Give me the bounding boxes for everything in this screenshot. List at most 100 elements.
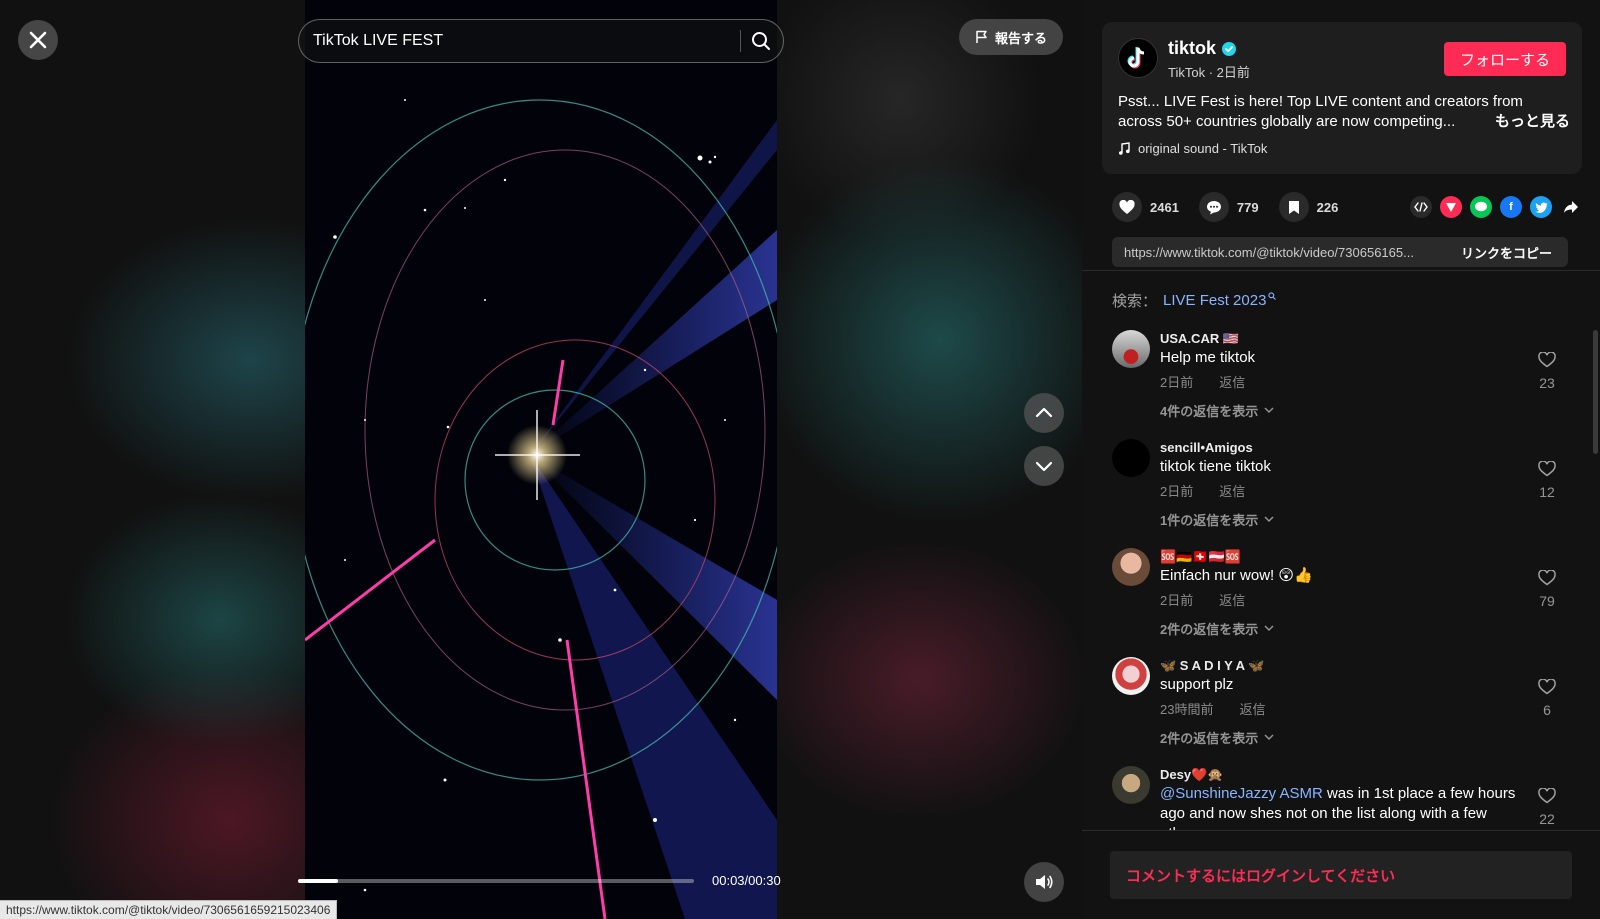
twitter-icon[interactable] (1530, 196, 1552, 218)
comment-icon (1198, 192, 1229, 222)
author-name[interactable]: tiktok (1168, 38, 1237, 59)
comment-like-count: 79 (1539, 593, 1555, 609)
search-icon (1268, 291, 1277, 300)
chevron-up-icon (1035, 407, 1053, 418)
commenter-name[interactable]: USA.CAR 🇺🇸 (1160, 330, 1530, 348)
chevron-down-icon (1264, 407, 1274, 414)
video-link-text[interactable]: https://www.tiktok.com/@tiktok/video/730… (1124, 245, 1445, 260)
report-button[interactable]: 報告する (959, 19, 1063, 55)
flag-icon (976, 30, 987, 43)
comment-like-button[interactable]: 12 (1532, 460, 1562, 500)
comment-like-button[interactable]: 22 (1532, 787, 1562, 827)
view-replies-label: 2件の返信を表示 (1160, 622, 1259, 637)
facebook-icon[interactable]: f (1500, 196, 1522, 218)
login-to-comment-button[interactable]: コメントするにはログインしてください (1110, 851, 1572, 899)
video-area: 報告する 00:03/00:30 https://www.tiktok.com/… (0, 0, 1082, 919)
volume-button[interactable] (1024, 862, 1064, 902)
comment-text: support plz (1160, 676, 1234, 693)
author-name-text: tiktok (1168, 38, 1217, 58)
commenter-name[interactable]: 🦋 S A D I Y A 🦋 (1160, 657, 1530, 675)
view-replies-button[interactable]: 2件の返信を表示 (1160, 619, 1530, 638)
commenter-avatar[interactable] (1112, 657, 1150, 695)
close-icon (29, 31, 47, 49)
view-replies-label: 1件の返信を表示 (1160, 513, 1259, 528)
bookmark-icon (1278, 192, 1309, 222)
search-suggestion-term[interactable]: LIVE Fest 2023 (1163, 292, 1266, 309)
line-icon[interactable] (1470, 196, 1492, 218)
commenter-name[interactable]: sencill•Amigos (1160, 439, 1530, 457)
copy-link-button[interactable]: リンクをコピー (1445, 243, 1568, 262)
search-icon[interactable] (751, 31, 771, 51)
comment-time: 23時間前 (1160, 702, 1214, 717)
save-button[interactable]: 226 (1278, 192, 1339, 222)
comment-button[interactable]: 779 (1198, 192, 1259, 222)
comment-like-count: 23 (1539, 375, 1555, 391)
commenter-avatar[interactable] (1112, 439, 1150, 477)
previous-video-button[interactable] (1024, 393, 1064, 433)
status-url-tooltip: https://www.tiktok.com/@tiktok/video/730… (0, 900, 338, 919)
view-replies-button[interactable]: 4件の返信を表示 (1160, 401, 1530, 420)
search-suggestion-label: 検索： (1112, 293, 1158, 310)
video-progress-fill (298, 879, 338, 883)
comment-like-button[interactable]: 23 (1532, 351, 1562, 391)
sound-link[interactable]: original sound - TikTok (1118, 141, 1267, 156)
heart-outline-icon (1538, 787, 1556, 804)
comment-list: USA.CAR 🇺🇸 Help me tiktok 2日前 返信 4件の返信を表示… (1082, 320, 1600, 830)
see-more-link[interactable]: もっと見る (1495, 112, 1570, 132)
next-video-button[interactable] (1024, 446, 1064, 486)
author-meta: TikTok · 2日前 (1168, 65, 1250, 80)
comment-time: 2日前 (1160, 484, 1194, 499)
reply-button[interactable]: 返信 (1239, 699, 1265, 718)
chevron-down-icon (1264, 516, 1274, 523)
like-button[interactable]: 2461 (1112, 192, 1179, 222)
comment-text: Help me tiktok (1160, 349, 1256, 366)
search-input[interactable] (313, 32, 730, 50)
commenter-avatar[interactable] (1112, 330, 1150, 368)
search-suggestion: 検索： LIVE Fest 2023 (1112, 290, 1277, 311)
action-bar: 2461 779 226 f (1112, 192, 1582, 222)
description-text: Psst... LIVE Fest is here! Top LIVE cont… (1118, 93, 1523, 130)
reply-button[interactable]: 返信 (1219, 590, 1245, 609)
comment-text: tiktok tiene tiktok (1160, 458, 1271, 475)
reply-button[interactable]: 返信 (1219, 372, 1245, 391)
tiktok-logo-icon (1127, 47, 1145, 69)
chevron-down-icon (1035, 461, 1053, 472)
heart-icon (1112, 192, 1142, 222)
share-arrow-icon[interactable] (1560, 196, 1582, 218)
comment-login-area: コメントするにはログインしてください (1082, 830, 1600, 919)
commenter-name[interactable]: 🆘🇩🇪🇨🇭🇦🇹🆘 (1160, 548, 1530, 566)
comment-like-count: 6 (1543, 702, 1551, 718)
video-frame-art (305, 99, 777, 919)
close-button[interactable] (18, 20, 58, 60)
view-replies-button[interactable]: 1件の返信を表示 (1160, 510, 1530, 529)
tiktok-share-icon[interactable] (1440, 196, 1462, 218)
follow-button[interactable]: フォローする (1444, 42, 1566, 76)
video-time: 00:03/00:30 (712, 873, 781, 888)
embed-icon[interactable] (1410, 196, 1432, 218)
save-count: 226 (1316, 199, 1339, 215)
video-description: Psst... LIVE Fest is here! Top LIVE cont… (1118, 92, 1570, 132)
sound-name: original sound - TikTok (1138, 141, 1268, 156)
heart-outline-icon (1538, 678, 1556, 695)
share-icons: f (1410, 196, 1582, 218)
video-link-box: https://www.tiktok.com/@tiktok/video/730… (1112, 237, 1568, 267)
comment-like-button[interactable]: 79 (1532, 569, 1562, 609)
verified-badge-icon (1222, 41, 1237, 56)
search-bar[interactable] (298, 19, 784, 63)
commenter-avatar[interactable] (1112, 548, 1150, 586)
panel-divider (1082, 270, 1600, 271)
author-avatar[interactable] (1118, 38, 1158, 78)
chevron-down-icon (1264, 625, 1274, 632)
video-player[interactable] (305, 0, 777, 919)
reply-button[interactable]: 返信 (1219, 481, 1245, 500)
view-replies-button[interactable]: 2件の返信を表示 (1160, 728, 1530, 747)
comment-count: 779 (1236, 199, 1259, 215)
comment-like-button[interactable]: 6 (1532, 678, 1562, 718)
comments-scrollbar[interactable] (1593, 330, 1598, 454)
search-divider (740, 30, 741, 52)
mention-link[interactable]: @SunshineJazzy ASMR (1160, 785, 1323, 802)
video-progress-bar[interactable] (298, 879, 694, 883)
commenter-avatar[interactable] (1112, 766, 1150, 804)
commenter-name[interactable]: Desy❤️🙊 (1160, 766, 1530, 784)
comment-like-count: 22 (1539, 811, 1555, 827)
